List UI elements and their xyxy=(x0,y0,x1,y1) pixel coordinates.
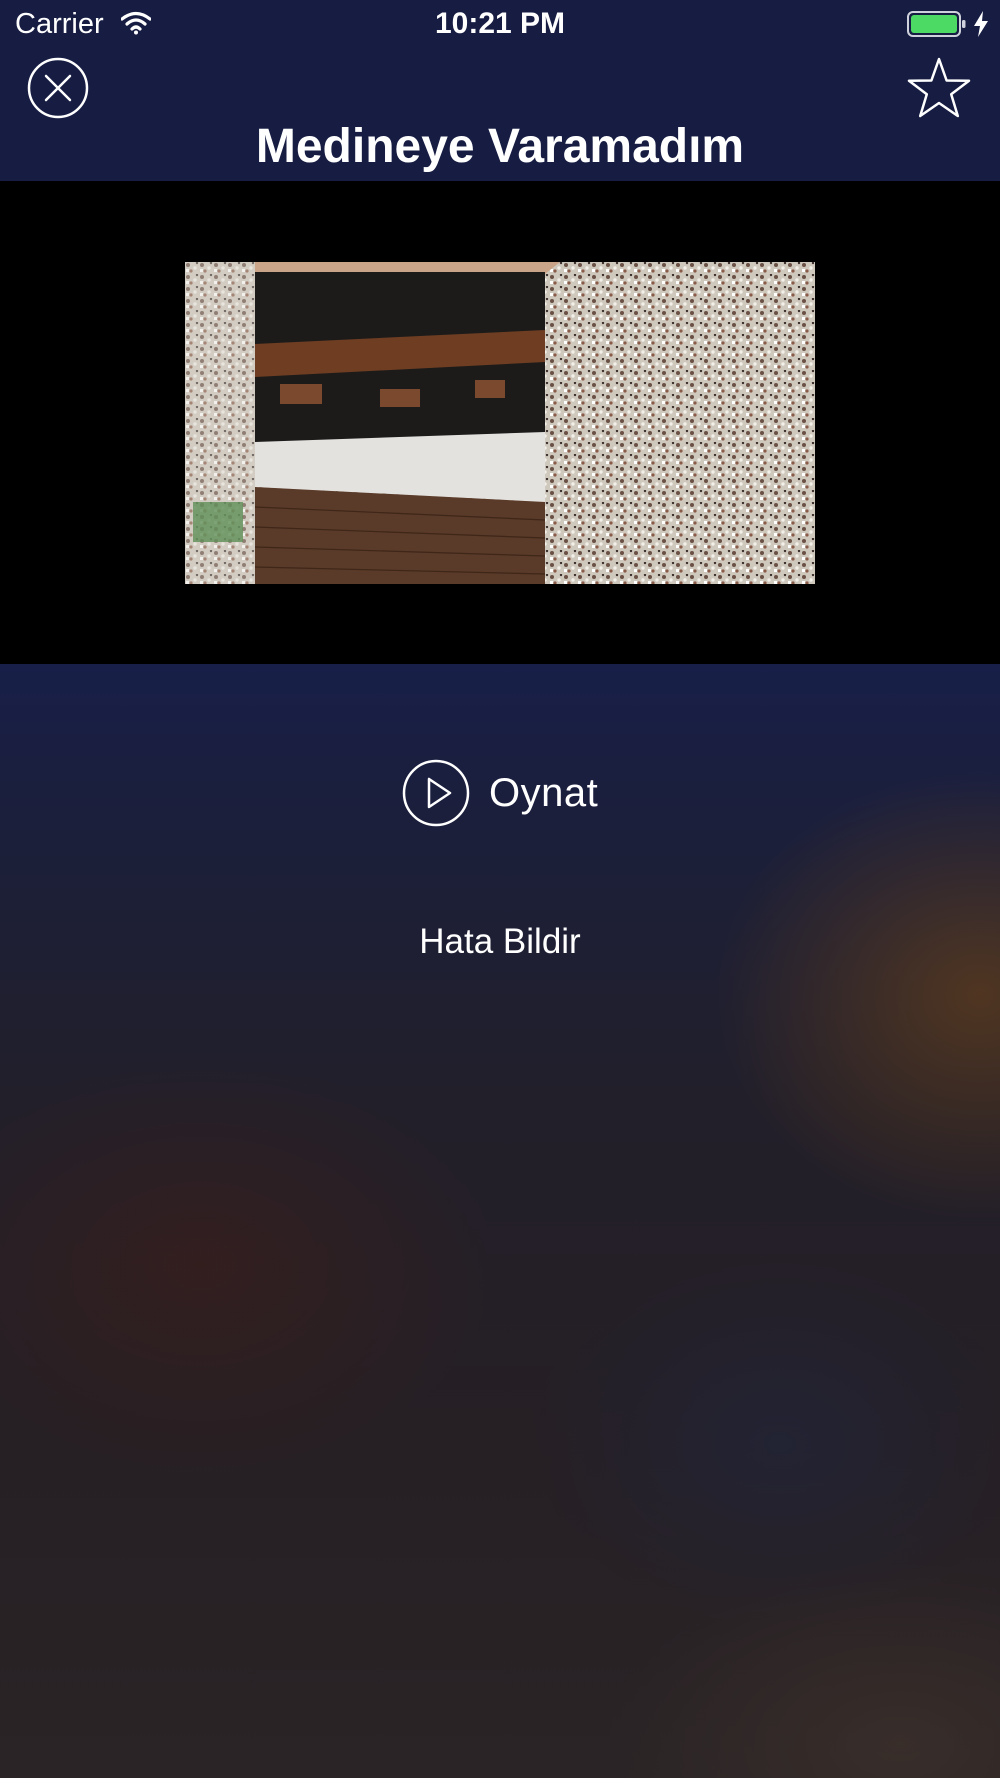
close-icon xyxy=(44,74,72,102)
close-button[interactable] xyxy=(27,57,89,119)
video-player[interactable] xyxy=(0,181,1000,664)
report-error-button[interactable]: Hata Bildir xyxy=(0,922,1000,962)
play-icon xyxy=(402,759,470,827)
status-bar: Carrier 10:21 PM xyxy=(0,0,1000,48)
header: Carrier 10:21 PM Medineye Varamadım xyxy=(0,0,1000,181)
play-button[interactable]: Oynat xyxy=(402,758,598,828)
play-label: Oynat xyxy=(489,770,599,815)
content-area: Oynat Hata Bildir xyxy=(0,664,1000,1778)
video-thumbnail[interactable] xyxy=(185,262,815,584)
charging-icon xyxy=(974,11,988,37)
battery-icon xyxy=(907,11,966,37)
favorite-button[interactable] xyxy=(906,56,972,120)
clock: 10:21 PM xyxy=(434,7,566,40)
page-title: Medineye Varamadım xyxy=(255,120,745,173)
star-icon xyxy=(907,57,971,118)
